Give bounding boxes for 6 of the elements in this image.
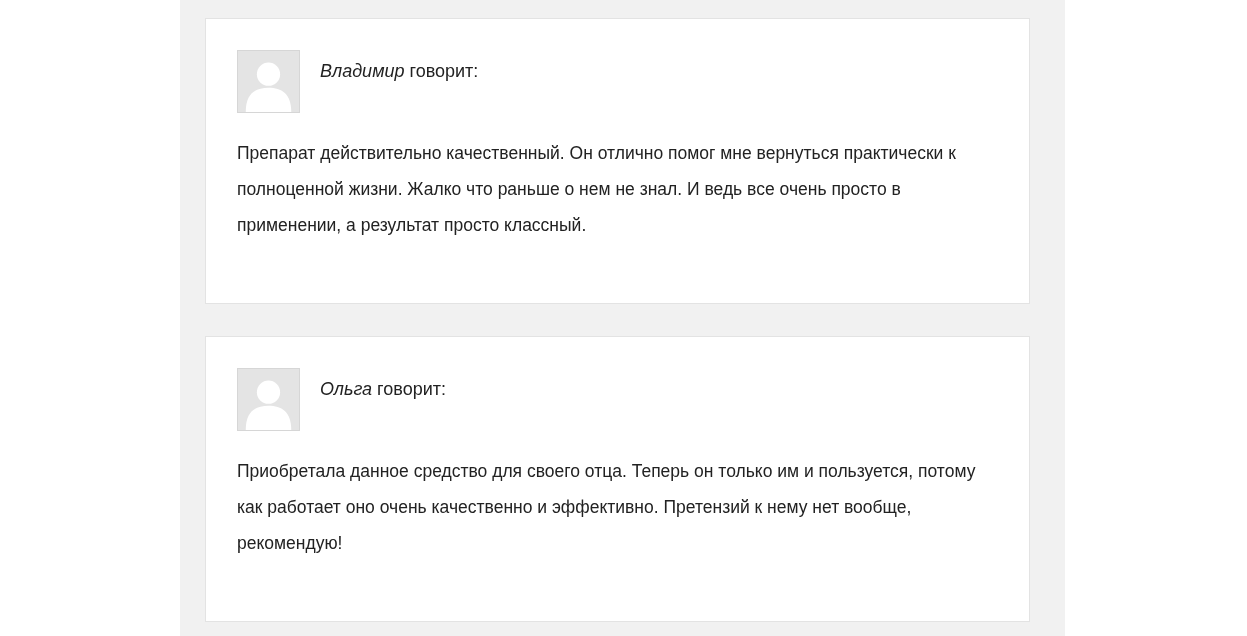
comment-author: Ольга говорит:	[320, 378, 446, 401]
comment-text: Приобретала данное средство для своего отца. Теперь он только им и пользуется, потому как работает оно очень качественно и эффективно. Претензий к нему нет вообще, рекомендую!	[237, 460, 977, 555]
comment-author: Владимир говорит:	[320, 60, 479, 83]
avatar-icon	[237, 368, 300, 431]
comment-text: Препарат действительно качественный. Он отлично помог мне вернуться практически к полноценной жизни. Жалко что раньше о нем не знал. И ведь все очень просто в применении, а результат просто классный.	[237, 142, 957, 237]
avatar-icon	[237, 50, 300, 113]
